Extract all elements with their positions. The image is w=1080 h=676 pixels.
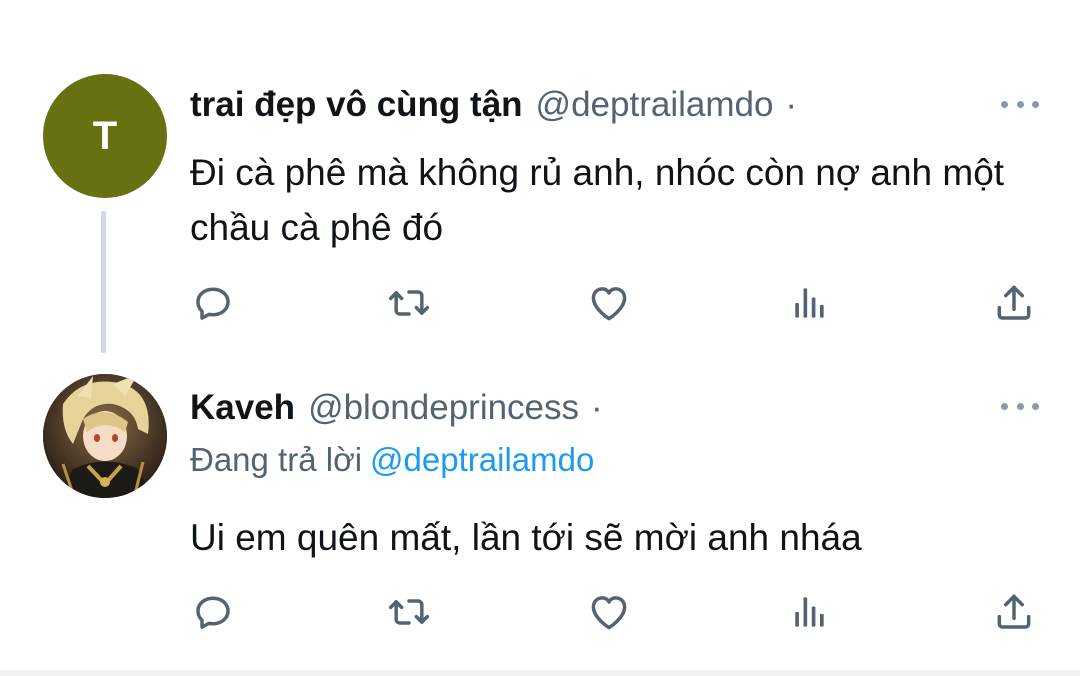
like-button[interactable]	[586, 282, 632, 324]
tweet-text: Đi cà phê mà không rủ anh, nhóc còn nợ a…	[190, 152, 1005, 248]
views-icon	[795, 288, 824, 318]
like-icon	[591, 596, 627, 630]
user-handle[interactable]: @deptrailamdo	[536, 84, 774, 126]
user-handle[interactable]: @blondeprincess	[308, 387, 579, 429]
share-icon	[997, 285, 1031, 320]
share-button[interactable]	[991, 591, 1037, 633]
avatar[interactable]: T	[43, 74, 167, 198]
tweet-header: Kaveh @blondeprincess ·	[190, 387, 603, 429]
separator-dot: ·	[785, 85, 798, 124]
views-button[interactable]	[786, 282, 832, 324]
avatar-letter: T	[92, 113, 118, 158]
more-options-icon[interactable]	[1001, 98, 1039, 110]
display-name[interactable]: Kaveh	[190, 387, 295, 429]
separator-dot: ·	[591, 388, 603, 427]
reply-icon	[196, 287, 230, 320]
anime-character-avatar-icon	[43, 374, 167, 498]
retweet-button[interactable]	[386, 591, 432, 633]
reply-button[interactable]	[190, 282, 236, 324]
reply-icon	[196, 596, 230, 629]
retweet-icon	[388, 599, 430, 625]
reply-button[interactable]	[190, 591, 236, 633]
tweet-actions	[190, 591, 1038, 633]
replying-to-label: Đang trả lời	[190, 441, 363, 478]
mention-link[interactable]: @deptrailamdo	[370, 441, 594, 478]
like-icon	[591, 287, 627, 321]
avatar[interactable]	[43, 374, 167, 498]
thread-connector-line	[101, 211, 106, 353]
display-name[interactable]: trai đẹp vô cùng tận	[190, 84, 523, 126]
tweet-header: trai đẹp vô cùng tận @deptrailamdo ·	[190, 84, 797, 126]
tweet-parent[interactable]: T trai đẹp vô cùng tận @deptrailamdo · Đ…	[0, 0, 1080, 360]
divider	[0, 670, 1080, 676]
more-options-icon[interactable]	[1001, 400, 1039, 412]
views-button[interactable]	[786, 591, 832, 633]
like-button[interactable]	[586, 591, 632, 633]
tweet-reply[interactable]: Kaveh @blondeprincess · Đang trả lời @dep…	[0, 360, 1080, 676]
retweet-icon	[388, 290, 430, 316]
replying-to: Đang trả lời @deptrailamdo	[190, 440, 594, 480]
tweet-actions	[190, 282, 1038, 324]
tweet-thread: T trai đẹp vô cùng tận @deptrailamdo · Đ…	[0, 0, 1080, 676]
tweet-text: Ui em quên mất, lần tới sẽ mời anh nháa	[190, 517, 862, 558]
retweet-button[interactable]	[386, 282, 432, 324]
views-icon	[795, 597, 824, 627]
share-button[interactable]	[991, 282, 1037, 324]
share-icon	[997, 594, 1031, 629]
